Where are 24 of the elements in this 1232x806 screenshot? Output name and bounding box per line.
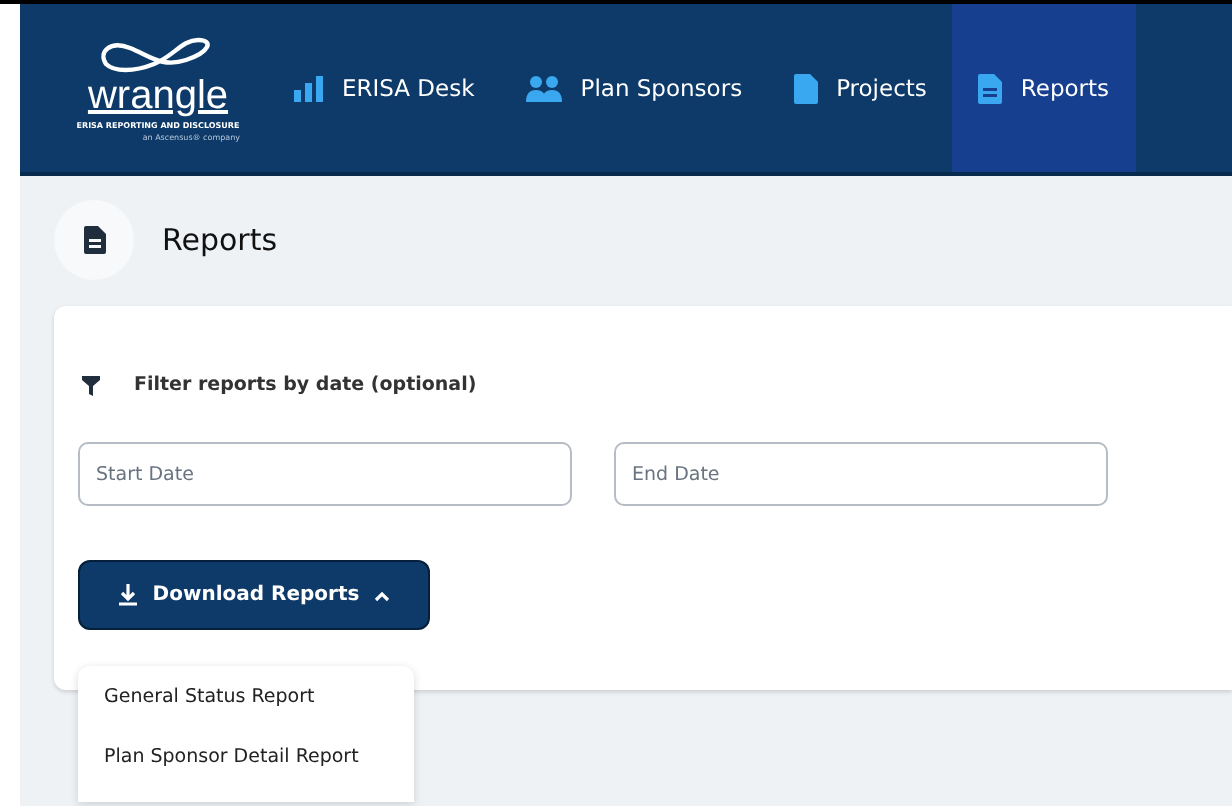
nav-tab-label: ERISA Desk bbox=[342, 74, 475, 102]
people-icon bbox=[526, 75, 563, 101]
page-title: Reports bbox=[162, 222, 278, 258]
menu-item[interactable]: Plan Sponsor Detail Report bbox=[78, 734, 414, 794]
bar-chart-icon bbox=[294, 75, 324, 101]
nav-tab-label: Reports bbox=[1020, 74, 1110, 102]
file-icon bbox=[794, 73, 819, 103]
nav-tab[interactable]: Reports bbox=[952, 4, 1136, 172]
nav-tab-label: Plan Sponsors bbox=[580, 74, 743, 102]
document-icon bbox=[978, 73, 1003, 103]
download-reports-button[interactable]: Download Reports bbox=[78, 560, 430, 630]
nav-tab[interactable]: ERISA Desk bbox=[268, 4, 501, 172]
document-icon bbox=[83, 226, 105, 254]
logo-wordmark: wrangle bbox=[87, 75, 229, 115]
menu-item[interactable]: General Status Report bbox=[78, 674, 414, 734]
date-field[interactable]: End Date bbox=[614, 442, 1108, 506]
caret-icon bbox=[373, 589, 390, 601]
nav-tab-label: Projects bbox=[836, 74, 927, 102]
filter-label: Filter reports by date (optional) bbox=[134, 374, 477, 396]
nav-tab[interactable]: Plan Sponsors bbox=[500, 4, 769, 172]
date-field[interactable]: Start Date bbox=[78, 442, 572, 506]
nav-tab[interactable]: Projects bbox=[768, 4, 953, 172]
filter-icon bbox=[82, 375, 100, 395]
download-icon bbox=[118, 584, 139, 606]
